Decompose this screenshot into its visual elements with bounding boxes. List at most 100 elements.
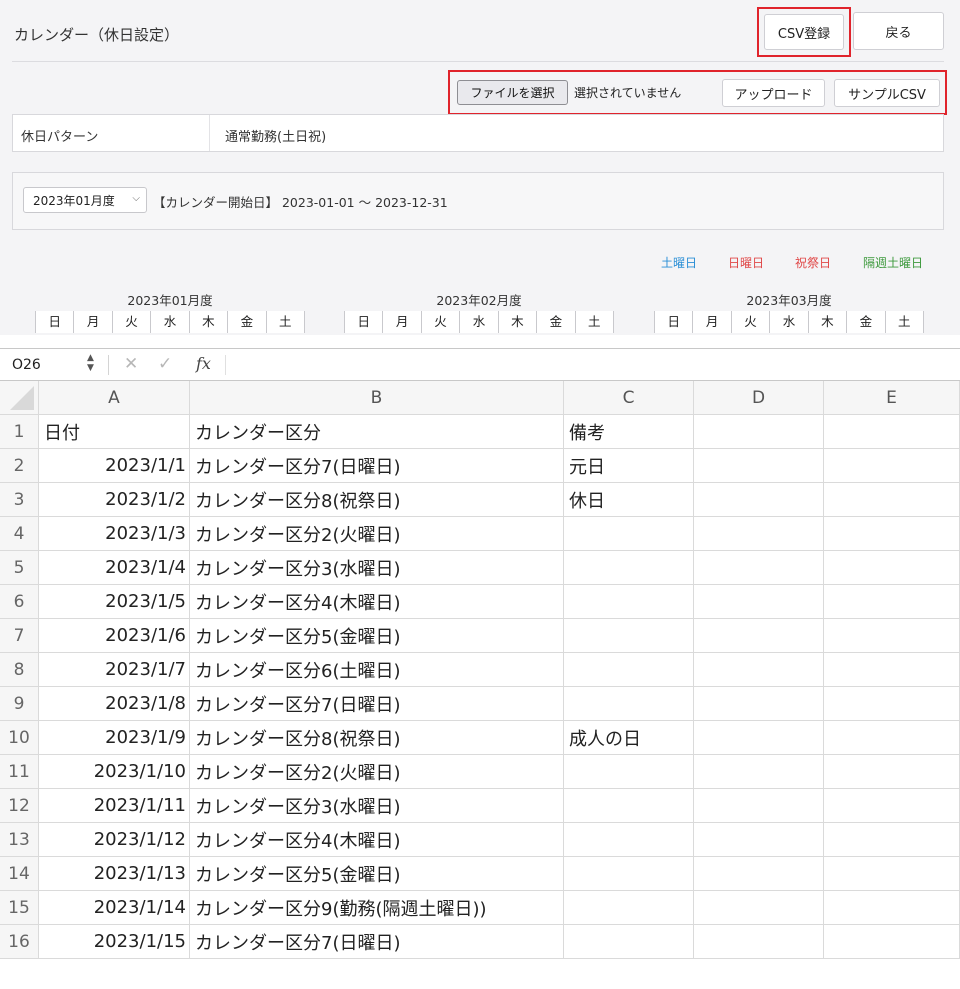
stepper-icon[interactable]: ▲ ▼ bbox=[87, 353, 94, 373]
row-header[interactable]: 1 bbox=[0, 415, 39, 449]
csv-register-button[interactable]: CSV登録 bbox=[764, 14, 844, 50]
cell-e[interactable] bbox=[824, 925, 960, 959]
cell-a[interactable]: 2023/1/4 bbox=[39, 551, 190, 585]
cell-b[interactable]: カレンダー区分5(金曜日) bbox=[190, 619, 564, 653]
cell-a[interactable]: 2023/1/8 bbox=[39, 687, 190, 721]
cell-b[interactable]: カレンダー区分7(日曜日) bbox=[190, 449, 564, 483]
cell-b[interactable]: カレンダー区分8(祝祭日) bbox=[190, 483, 564, 517]
cell-d[interactable] bbox=[694, 823, 824, 857]
cell-c[interactable] bbox=[564, 891, 694, 925]
cell-d[interactable] bbox=[694, 449, 824, 483]
row-header[interactable]: 16 bbox=[0, 925, 39, 959]
cell-b[interactable]: カレンダー区分6(土曜日) bbox=[190, 653, 564, 687]
cancel-icon[interactable]: ✕ bbox=[124, 354, 138, 374]
cell-b[interactable]: カレンダー区分8(祝祭日) bbox=[190, 721, 564, 755]
cell-c[interactable] bbox=[564, 619, 694, 653]
column-header-e[interactable]: E bbox=[824, 381, 960, 415]
cell-c[interactable] bbox=[564, 823, 694, 857]
cell-b[interactable]: カレンダー区分4(木曜日) bbox=[190, 585, 564, 619]
cell-e[interactable] bbox=[824, 687, 960, 721]
cell-c[interactable]: 休日 bbox=[564, 483, 694, 517]
cell-d[interactable] bbox=[694, 925, 824, 959]
cell-c[interactable]: 成人の日 bbox=[564, 721, 694, 755]
row-header[interactable]: 3 bbox=[0, 483, 39, 517]
cell-d[interactable] bbox=[694, 755, 824, 789]
cell-e[interactable] bbox=[824, 721, 960, 755]
cell-d[interactable] bbox=[694, 687, 824, 721]
cell-c[interactable] bbox=[564, 653, 694, 687]
cell-c[interactable] bbox=[564, 551, 694, 585]
cell-e[interactable] bbox=[824, 619, 960, 653]
cell-e[interactable] bbox=[824, 517, 960, 551]
cell-d[interactable] bbox=[694, 619, 824, 653]
row-header[interactable]: 4 bbox=[0, 517, 39, 551]
cell-c[interactable] bbox=[564, 517, 694, 551]
cell-e[interactable] bbox=[824, 449, 960, 483]
confirm-icon[interactable]: ✓ bbox=[158, 354, 172, 374]
column-header-d[interactable]: D bbox=[694, 381, 824, 415]
sample-csv-button[interactable]: サンプルCSV bbox=[834, 79, 940, 107]
row-header[interactable]: 12 bbox=[0, 789, 39, 823]
cell-a[interactable]: 2023/1/15 bbox=[39, 925, 190, 959]
cell-a[interactable]: 2023/1/5 bbox=[39, 585, 190, 619]
cell-b[interactable]: カレンダー区分7(日曜日) bbox=[190, 687, 564, 721]
row-header[interactable]: 9 bbox=[0, 687, 39, 721]
cell-d[interactable] bbox=[694, 891, 824, 925]
row-header[interactable]: 10 bbox=[0, 721, 39, 755]
cell-a[interactable]: 2023/1/1 bbox=[39, 449, 190, 483]
cell-a[interactable]: 日付 bbox=[39, 415, 190, 449]
cell-b[interactable]: カレンダー区分9(勤務(隔週土曜日)) bbox=[190, 891, 564, 925]
cell-b[interactable]: カレンダー区分7(日曜日) bbox=[190, 925, 564, 959]
row-header[interactable]: 11 bbox=[0, 755, 39, 789]
cell-e[interactable] bbox=[824, 857, 960, 891]
cell-b[interactable]: カレンダー区分2(火曜日) bbox=[190, 755, 564, 789]
row-header[interactable]: 8 bbox=[0, 653, 39, 687]
cell-b[interactable]: カレンダー区分4(木曜日) bbox=[190, 823, 564, 857]
cell-d[interactable] bbox=[694, 483, 824, 517]
row-header[interactable]: 14 bbox=[0, 857, 39, 891]
column-header-a[interactable]: A bbox=[39, 381, 190, 415]
cell-e[interactable] bbox=[824, 891, 960, 925]
upload-button[interactable]: アップロード bbox=[722, 79, 825, 107]
row-header[interactable]: 15 bbox=[0, 891, 39, 925]
row-header[interactable]: 7 bbox=[0, 619, 39, 653]
cell-e[interactable] bbox=[824, 653, 960, 687]
cell-d[interactable] bbox=[694, 721, 824, 755]
row-header[interactable]: 5 bbox=[0, 551, 39, 585]
row-header[interactable]: 2 bbox=[0, 449, 39, 483]
cell-e[interactable] bbox=[824, 823, 960, 857]
cell-a[interactable]: 2023/1/3 bbox=[39, 517, 190, 551]
row-header[interactable]: 6 bbox=[0, 585, 39, 619]
cell-c[interactable] bbox=[564, 585, 694, 619]
cell-a[interactable]: 2023/1/7 bbox=[39, 653, 190, 687]
cell-d[interactable] bbox=[694, 857, 824, 891]
cell-a[interactable]: 2023/1/12 bbox=[39, 823, 190, 857]
cell-d[interactable] bbox=[694, 415, 824, 449]
cell-d[interactable] bbox=[694, 551, 824, 585]
cell-a[interactable]: 2023/1/9 bbox=[39, 721, 190, 755]
cell-d[interactable] bbox=[694, 517, 824, 551]
cell-d[interactable] bbox=[694, 653, 824, 687]
function-icon[interactable]: fx bbox=[196, 354, 211, 373]
cell-e[interactable] bbox=[824, 415, 960, 449]
cell-b[interactable]: カレンダー区分 bbox=[190, 415, 564, 449]
cell-e[interactable] bbox=[824, 483, 960, 517]
column-header-c[interactable]: C bbox=[564, 381, 694, 415]
cell-a[interactable]: 2023/1/2 bbox=[39, 483, 190, 517]
cell-b[interactable]: カレンダー区分3(水曜日) bbox=[190, 551, 564, 585]
cell-b[interactable]: カレンダー区分3(水曜日) bbox=[190, 789, 564, 823]
cell-a[interactable]: 2023/1/10 bbox=[39, 755, 190, 789]
select-all-corner[interactable] bbox=[0, 381, 39, 415]
period-select[interactable]: 2023年01月度 ⌵ bbox=[23, 187, 147, 213]
cell-a[interactable]: 2023/1/11 bbox=[39, 789, 190, 823]
column-header-b[interactable]: B bbox=[190, 381, 564, 415]
row-header[interactable]: 13 bbox=[0, 823, 39, 857]
back-button[interactable]: 戻る bbox=[853, 12, 944, 50]
cell-c[interactable]: 備考 bbox=[564, 415, 694, 449]
cell-c[interactable]: 元日 bbox=[564, 449, 694, 483]
cell-reference[interactable]: O26 bbox=[12, 357, 41, 373]
cell-d[interactable] bbox=[694, 585, 824, 619]
file-choose-button[interactable]: ファイルを選択 bbox=[457, 80, 568, 105]
cell-d[interactable] bbox=[694, 789, 824, 823]
cell-c[interactable] bbox=[564, 755, 694, 789]
